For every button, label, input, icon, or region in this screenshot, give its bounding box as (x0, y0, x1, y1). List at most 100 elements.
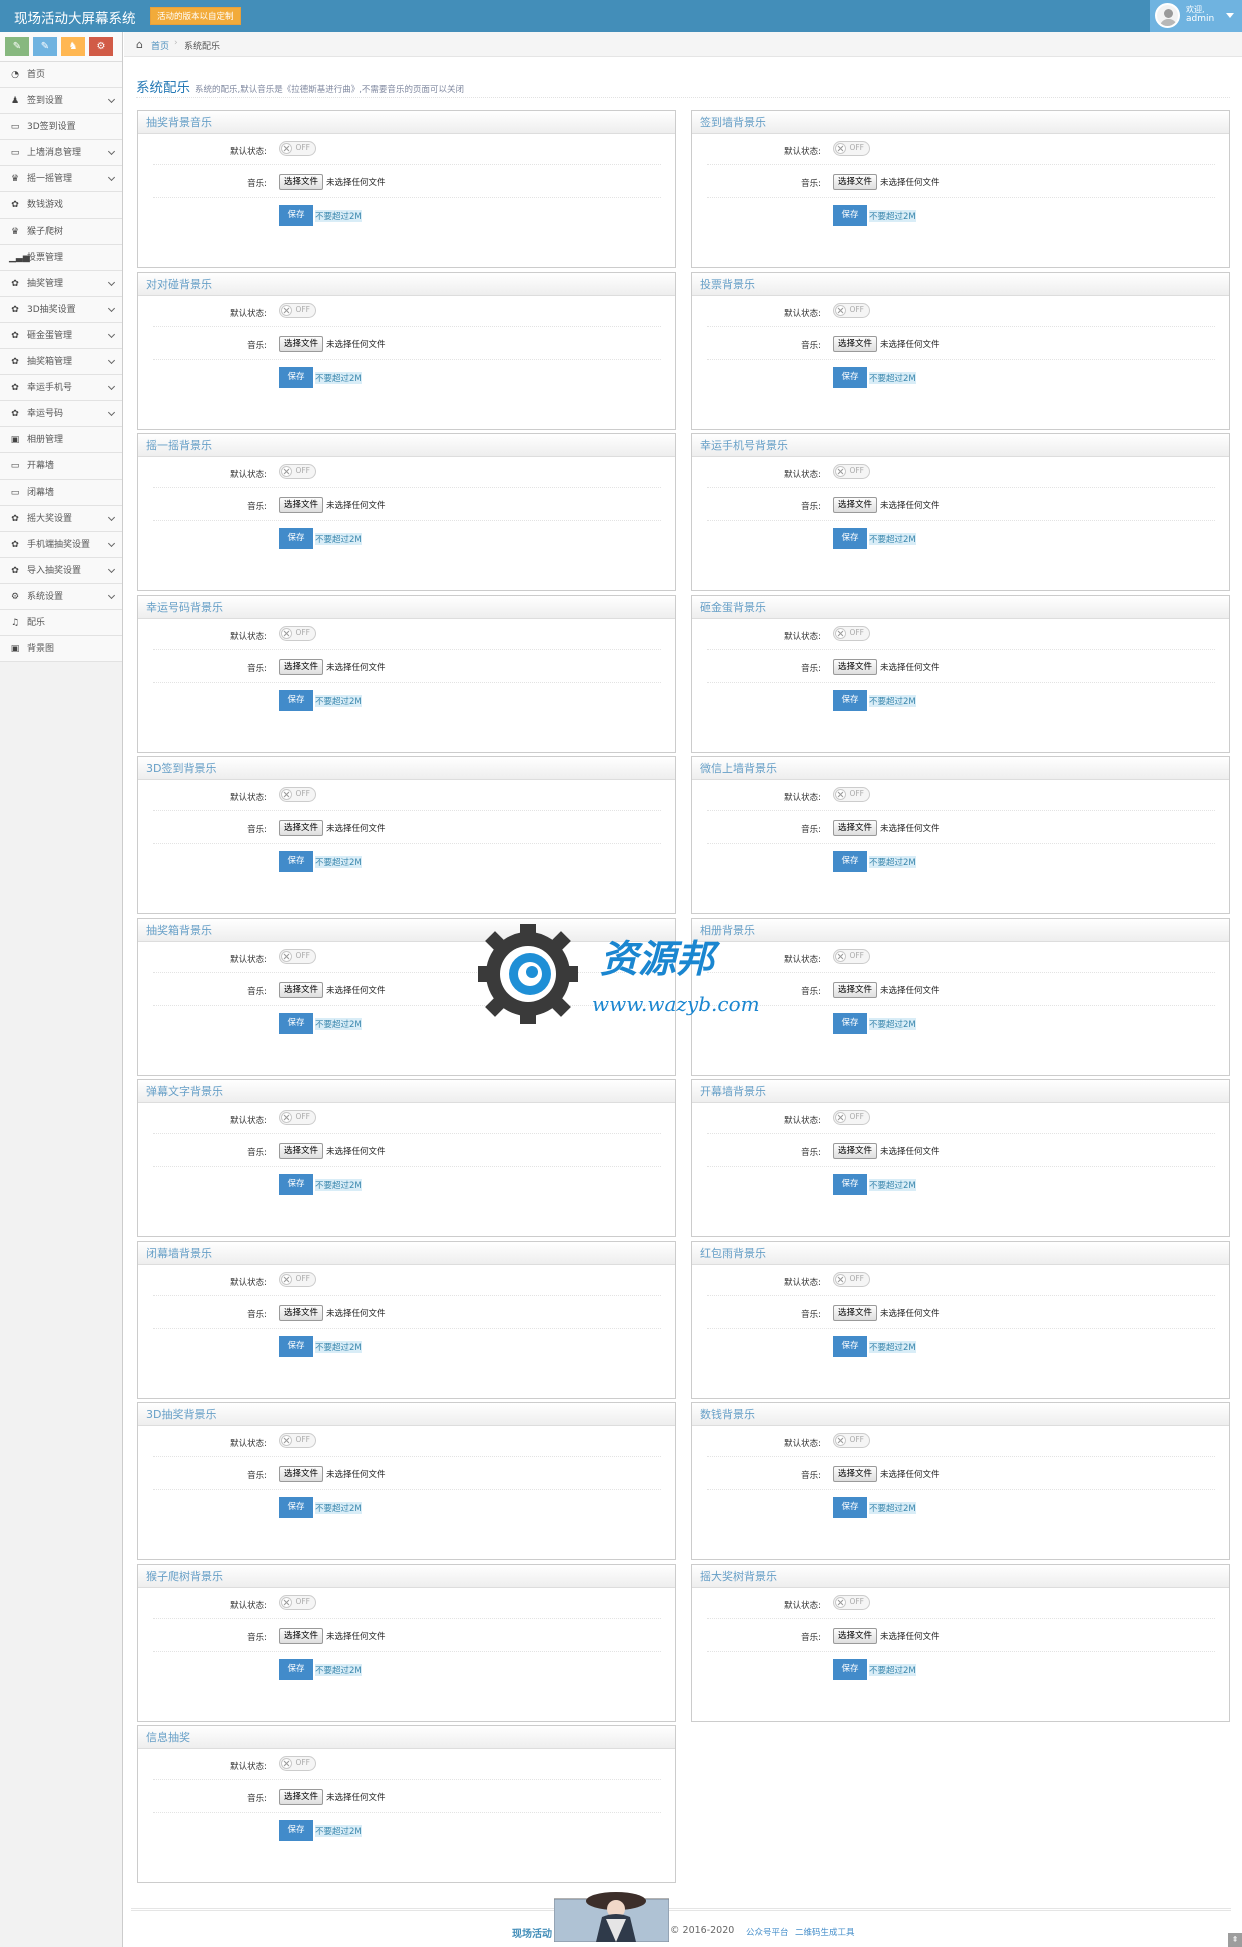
save-button[interactable]: 保存 (833, 1174, 867, 1195)
save-button[interactable]: 保存 (833, 1497, 867, 1518)
choose-file-button[interactable]: 选择文件 (279, 1789, 324, 1805)
choose-file-button[interactable]: 选择文件 (279, 335, 324, 352)
choose-file-button[interactable]: 选择文件 (833, 658, 878, 675)
sidebar-item[interactable]: ✿ 幸运号码 (0, 401, 122, 428)
status-toggle[interactable]: OFF (279, 1271, 316, 1287)
choose-file-button[interactable]: 选择文件 (833, 497, 878, 513)
save-button[interactable]: 保存 (279, 1174, 313, 1195)
choose-file-button[interactable]: 选择文件 (833, 981, 878, 998)
sidebar-item[interactable]: ✿ 导入抽奖设置 (0, 557, 122, 584)
sidebar-item[interactable]: ✿ 抽奖箱管理 (0, 349, 122, 376)
choose-file-button[interactable]: 选择文件 (279, 174, 324, 190)
choose-file-button[interactable]: 选择文件 (279, 1143, 324, 1159)
status-toggle[interactable]: OFF (279, 1110, 316, 1125)
status-toggle[interactable]: OFF (833, 302, 870, 318)
sidebar-item[interactable]: ▣ 相册管理 (0, 427, 122, 454)
music-row: 音乐: 选择文件 未选择任何文件 (692, 819, 1229, 839)
choose-file-button[interactable]: 选择文件 (279, 1466, 324, 1482)
status-toggle[interactable]: OFF (833, 1594, 870, 1610)
sidebar-item[interactable]: ♛ 摇一摇管理 (0, 166, 122, 193)
sidebar-item[interactable]: ▭ 开幕墙 (0, 453, 122, 480)
back-to-top-button[interactable]: ⇞ (1228, 1933, 1242, 1947)
choose-file-button[interactable]: 选择文件 (833, 820, 878, 836)
sidebar-item[interactable]: ▁▃▅ 投票管理 (0, 244, 122, 271)
status-toggle[interactable]: OFF (279, 625, 316, 641)
choose-file-button[interactable]: 选择文件 (279, 820, 324, 836)
status-toggle[interactable]: OFF (279, 464, 316, 479)
save-button[interactable]: 保存 (833, 205, 867, 226)
choose-file-button[interactable]: 选择文件 (279, 1627, 324, 1644)
save-button[interactable]: 保存 (279, 528, 313, 549)
status-toggle[interactable]: OFF (279, 302, 316, 318)
status-toggle[interactable]: OFF (833, 1271, 870, 1287)
sidebar-item[interactable]: ▭ 3D签到设置 (0, 114, 122, 141)
status-toggle[interactable]: OFF (833, 787, 870, 802)
footer-link-qrcode-tool[interactable]: 二维码生成工具 (795, 1926, 855, 1938)
status-toggle[interactable]: OFF (833, 948, 870, 964)
status-toggle[interactable]: OFF (279, 1594, 316, 1610)
comments-shortcut-button[interactable]: ✎ (5, 37, 29, 56)
sidebar-item[interactable]: ▭ 闭幕墙 (0, 479, 122, 506)
choose-file-button[interactable]: 选择文件 (833, 1304, 878, 1321)
status-toggle[interactable]: OFF (833, 464, 870, 479)
status-toggle[interactable]: OFF (279, 1433, 316, 1448)
footer-link-wechat-platform[interactable]: 公众号平台 (746, 1926, 789, 1938)
sidebar-item[interactable]: ♫ 配乐 (0, 609, 122, 637)
save-button[interactable]: 保存 (833, 689, 867, 711)
sidebar-item[interactable]: ✿ 抽奖管理 (0, 270, 122, 297)
status-toggle[interactable]: OFF (279, 787, 316, 802)
sidebar-item[interactable]: ♟ 签到设置 (0, 88, 122, 115)
status-toggle[interactable]: OFF (279, 1756, 316, 1771)
sidebar-item[interactable]: ✿ 幸运手机号 (0, 375, 122, 402)
users-shortcut-button[interactable]: ♞ (61, 37, 85, 56)
sidebar-item[interactable]: ♛ 猴子爬树 (0, 218, 122, 245)
save-button[interactable]: 保存 (833, 1012, 867, 1034)
status-toggle[interactable]: OFF (833, 1433, 870, 1448)
choose-file-button[interactable]: 选择文件 (279, 658, 324, 675)
choose-file-button[interactable]: 选择文件 (833, 1143, 878, 1159)
choose-file-button[interactable]: 选择文件 (279, 981, 324, 998)
sidebar-item[interactable]: ⚙ 系统设置 (0, 583, 122, 610)
sidebar-item[interactable]: ✿ 3D抽奖设置 (0, 296, 122, 323)
sidebar-item[interactable]: ✿ 砸金蛋管理 (0, 322, 122, 350)
save-button[interactable]: 保存 (279, 1497, 313, 1518)
save-button[interactable]: 保存 (833, 851, 867, 872)
user-welcome: 欢迎, (1186, 5, 1205, 14)
cogs-shortcut-button[interactable]: ⚙ (89, 37, 113, 56)
sidebar-item[interactable]: ✿ 手机端抽奖设置 (0, 531, 122, 558)
sidebar-item[interactable]: ✿ 数钱游戏 (0, 192, 122, 219)
sidebar-item[interactable]: ◔ 首页 (0, 62, 122, 89)
status-toggle[interactable]: OFF (833, 1110, 870, 1125)
app-title[interactable]: 现场活动大屏幕系统 (14, 7, 136, 27)
status-toggle[interactable]: OFF (833, 625, 870, 641)
choose-file-button[interactable]: 选择文件 (833, 1627, 878, 1644)
home-icon[interactable]: ⌂ (136, 38, 143, 51)
choose-file-button[interactable]: 选择文件 (279, 497, 324, 513)
status-toggle[interactable]: OFF (833, 141, 870, 156)
toggle-knob-icon (281, 1758, 292, 1769)
status-toggle[interactable]: OFF (279, 948, 316, 964)
save-button[interactable]: 保存 (279, 1820, 313, 1841)
save-button[interactable]: 保存 (279, 1335, 313, 1357)
choose-file-button[interactable]: 选择文件 (279, 1304, 324, 1321)
save-button[interactable]: 保存 (279, 1012, 313, 1034)
save-button[interactable]: 保存 (279, 366, 313, 388)
save-button[interactable]: 保存 (833, 1658, 867, 1680)
save-button[interactable]: 保存 (833, 1335, 867, 1357)
sidebar-item[interactable]: ✿ 摇大奖设置 (0, 505, 122, 532)
choose-file-button[interactable]: 选择文件 (833, 1466, 878, 1482)
status-toggle[interactable]: OFF (279, 141, 316, 156)
choose-file-button[interactable]: 选择文件 (833, 335, 878, 352)
save-button[interactable]: 保存 (279, 851, 313, 872)
sidebar-item[interactable]: ▣ 背景图 (0, 636, 122, 663)
sidebar-item[interactable]: ▭ 上墙消息管理 (0, 140, 122, 167)
save-button[interactable]: 保存 (279, 1658, 313, 1680)
save-button[interactable]: 保存 (833, 366, 867, 388)
breadcrumb-home[interactable]: 首页 (151, 39, 169, 52)
user-menu[interactable]: 欢迎, admin (1150, 0, 1242, 32)
save-button[interactable]: 保存 (833, 528, 867, 549)
choose-file-button[interactable]: 选择文件 (833, 174, 878, 190)
save-button[interactable]: 保存 (279, 205, 313, 226)
pencil-shortcut-button[interactable]: ✎ (33, 37, 57, 56)
save-button[interactable]: 保存 (279, 689, 313, 711)
